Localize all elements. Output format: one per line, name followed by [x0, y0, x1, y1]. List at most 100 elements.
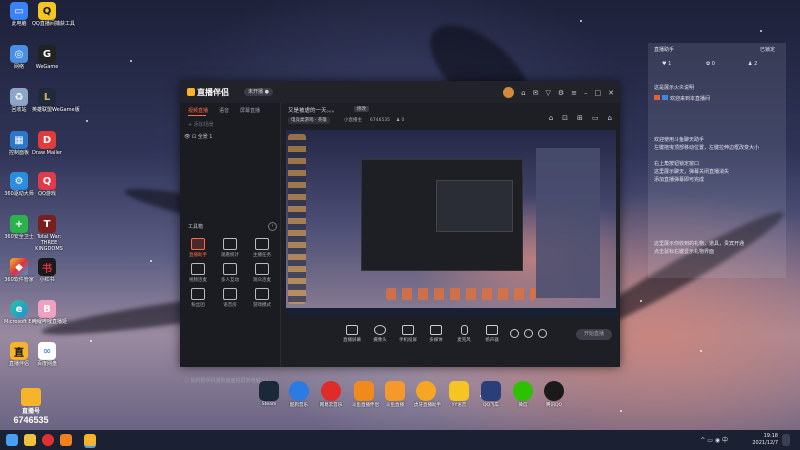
panel-line: 右上角按钮锁定窗口: [654, 161, 700, 167]
scene-panel: 视频直播 语音 屏幕直播 + 添加场景 👁 ⊡ 全景 1 工具箱 › 直播助手 …: [180, 103, 281, 384]
dock-douyu-companion[interactable]: 斗鱼直播伴侣: [352, 381, 379, 408]
live-companion-window: 直播伴侣 未开播 ● ⌂ ✉ ▽ ⚙ ≡ – □ ✕ 视频直播 语音 屏幕直播 …: [180, 81, 620, 384]
dock-qq[interactable]: 腾讯QQ: [542, 381, 566, 408]
desktop-icon-360-security[interactable]: +360安全卫士: [4, 215, 34, 240]
tab-video-live[interactable]: 视频直播: [188, 107, 208, 114]
dock-kugou[interactable]: 酷狗音乐: [287, 381, 311, 408]
desktop-icon-network[interactable]: ◎ 网络: [4, 45, 34, 70]
start-live-button[interactable]: 开始直播: [576, 329, 612, 340]
dock-wechat[interactable]: 微信: [511, 381, 535, 408]
live-preview[interactable]: [286, 130, 616, 316]
clock[interactable]: 19:18 2021/12/7: [752, 433, 778, 447]
desktop-icon-live-companion[interactable]: 直直播伴侣: [4, 342, 34, 367]
dock-netease-music[interactable]: 网易云音乐: [319, 381, 343, 408]
desktop-icon-driver-master[interactable]: ⚙ 360驱动大师: [4, 172, 34, 197]
tool-live-assistant[interactable]: 直播助手: [183, 238, 213, 258]
desktop-icon-three-kingdoms[interactable]: T Total War: THREE KINGDOMS: [32, 215, 63, 252]
tab-screen-live[interactable]: 屏幕直播: [240, 107, 260, 114]
settings-icon[interactable]: ⚙: [558, 89, 564, 97]
app-logo: 直播伴侣: [187, 87, 229, 98]
notification-icon[interactable]: [782, 434, 790, 446]
shirt-icon[interactable]: ⌂: [521, 89, 525, 97]
control-panel-icon: ▦: [10, 131, 28, 149]
tool-anchor-tasks[interactable]: 主播任务: [247, 238, 277, 258]
filter-icon[interactable]: ▽: [545, 89, 550, 97]
room-number-overlay: 直播号 6746535: [0, 388, 62, 430]
windows-taskbar: ^ ▭ ◉ 中 19:18 2021/12/7: [0, 430, 800, 450]
projection-help-link[interactable]: ⓘ 如何把手机游戏画面投屏到电脑上?: [184, 377, 268, 384]
panel-line: 添加直播弹幕即可完成: [654, 177, 705, 183]
phone-cast-button[interactable]: 手机投屏: [394, 325, 422, 343]
game-mode-icon: [255, 288, 269, 300]
desktop-icon-control-panel[interactable]: ▦ 控制面板: [4, 131, 34, 156]
settings-button[interactable]: [536, 329, 548, 338]
desktop-icon-edge[interactable]: e Microsoft Edge: [4, 300, 41, 325]
steam-icon: [259, 381, 279, 401]
desktop-icon-wegame[interactable]: G WeGame: [32, 45, 62, 70]
start-icon[interactable]: [6, 434, 18, 446]
add-scene-button[interactable]: + 添加场景: [188, 121, 214, 128]
avatar[interactable]: [503, 87, 515, 98]
desktop-icon-qq-game[interactable]: Q QQ游戏: [32, 172, 62, 197]
dock-qq-speed[interactable]: QQ飞车: [479, 381, 503, 408]
scene-item[interactable]: 👁 ⊡ 全景 1: [184, 133, 213, 140]
preview-dock: [386, 288, 536, 300]
tool-audience-link[interactable]: 观众连麦: [247, 263, 277, 283]
maximize-icon[interactable]: □: [595, 89, 602, 97]
menu-icon[interactable]: ≡: [571, 89, 577, 97]
voice-room-icon: [223, 288, 237, 300]
more-tools-icon[interactable]: ›: [268, 222, 277, 231]
draw-mailer-icon: D: [38, 131, 56, 149]
dock-yy-voice[interactable]: YY语音: [447, 381, 471, 408]
speaker-button[interactable]: 扬声器: [478, 325, 506, 343]
edit-title-button[interactable]: 修改: [354, 106, 369, 112]
tool-multi-interaction[interactable]: 多人互动: [215, 263, 245, 283]
dock-huya-assistant[interactable]: 虎牙直播助手: [414, 381, 441, 408]
source-toolbar: 直播屏幕 摄像头 手机投屏 多媒体 麦克风 扬声器 开始直播: [286, 321, 616, 361]
desktop-icon-draw-mailer[interactable]: D Draw Mailer: [32, 131, 62, 156]
system-tray[interactable]: ^ ▭ ◉ 中: [700, 435, 728, 444]
screen-share-button[interactable]: 直播屏幕: [338, 325, 366, 343]
tool-game-mode[interactable]: 游戏模式: [247, 288, 277, 308]
preview-toolbar: ⌂ ⊡ ⊞ ▭ ⌂: [549, 114, 612, 122]
task-icon: [255, 238, 269, 250]
panel-lock-status[interactable]: 已锁定: [760, 47, 775, 54]
camera-toggle-button[interactable]: [522, 329, 534, 338]
tool-voice-room[interactable]: 语音房: [215, 288, 245, 308]
tool-video-link[interactable]: 视频连麦: [183, 263, 213, 283]
browser-icon[interactable]: [42, 434, 54, 446]
lock-icon[interactable]: ⊡: [562, 114, 568, 122]
minimize-icon[interactable]: –: [584, 89, 588, 97]
360-security-icon: +: [10, 215, 28, 233]
dock-steam[interactable]: Steam: [257, 381, 281, 407]
desktop-icon-computer[interactable]: ▭ 此电脑: [4, 2, 34, 27]
media-button[interactable]: 多媒体: [422, 325, 450, 343]
desktop-icon-baidu-netdisk[interactable]: ∞ 百度网盘: [32, 342, 62, 367]
chat-icon[interactable]: ▭: [592, 114, 599, 122]
category-chip[interactable]: 电竞类游戏 · 英雄: [288, 117, 330, 124]
desktop-icon-xiaohongshu[interactable]: 书小红书: [32, 258, 62, 283]
microphone-button[interactable]: 麦克风: [450, 325, 478, 343]
desktop-icon-recycle-bin[interactable]: ♻ 回收站: [4, 88, 34, 113]
tool-viewer-stats[interactable]: 观看统计: [215, 238, 245, 258]
close-icon[interactable]: ✕: [608, 89, 614, 97]
desktop-icon-bilibili-live[interactable]: B 哔哩哔哩直播姬: [32, 300, 67, 325]
desktop-icon-360-software[interactable]: ◆ 360软件管家: [4, 258, 34, 283]
dock-douyu-live[interactable]: 斗鱼直播: [383, 381, 407, 408]
preview-chat-panel: [536, 148, 600, 298]
desktop-icon-qq-tool[interactable]: Q QQ直播间捕获工具: [32, 2, 75, 27]
file-explorer-icon[interactable]: [24, 434, 36, 446]
panel-line: 欢迎使用斗鱼聊天助手: [654, 137, 705, 143]
desktop-icon-lol[interactable]: L 英雄联盟WeGame版: [32, 88, 80, 113]
message-icon[interactable]: ✉: [533, 89, 539, 97]
toolbox-title: 工具箱: [188, 224, 204, 230]
taskbar-app-icon[interactable]: [60, 434, 72, 446]
record-button[interactable]: [508, 329, 520, 338]
camera-button[interactable]: 摄像头: [366, 325, 394, 343]
tool-fan-club[interactable]: 粉丝团: [183, 288, 213, 308]
tab-voice[interactable]: 语音: [219, 107, 229, 114]
more-icon[interactable]: ⌂: [608, 114, 612, 122]
gift-icon[interactable]: ⌂: [549, 114, 553, 122]
live-companion-taskbar-icon[interactable]: [84, 434, 96, 446]
share-icon[interactable]: ⊞: [577, 114, 583, 122]
